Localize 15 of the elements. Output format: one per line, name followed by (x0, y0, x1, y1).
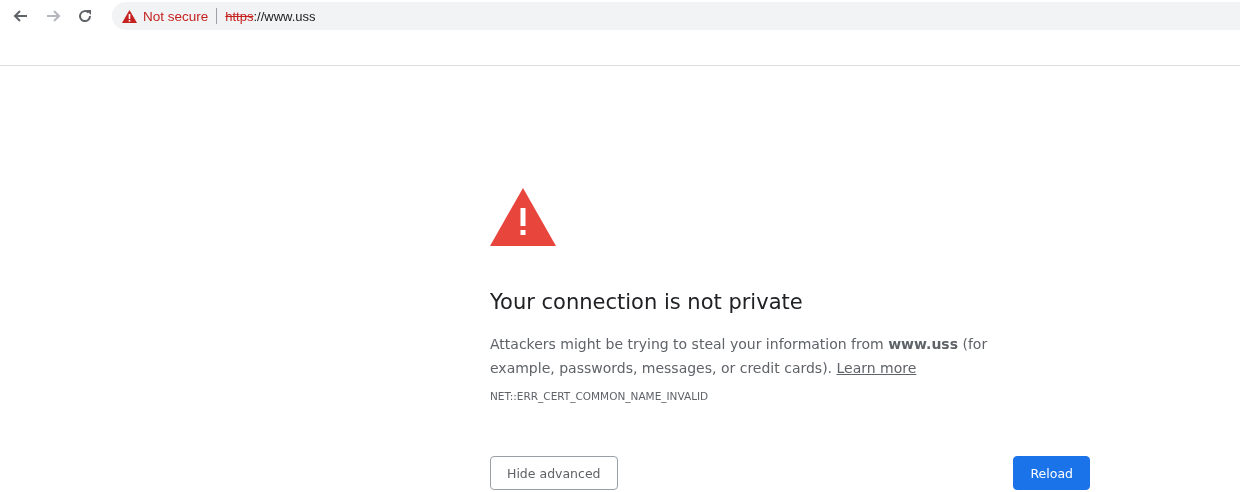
address-bar[interactable]: Not secure https://www.uss (112, 2, 1240, 30)
error-title: Your connection is not private (490, 290, 804, 314)
learn-more-link[interactable]: Learn more (836, 360, 917, 376)
error-code: NET::ERR_CERT_COMMON_NAME_INVALID (490, 390, 710, 402)
url-text: ://www.uss (253, 8, 316, 24)
url-scheme: https (225, 8, 254, 24)
forward-arrow-icon (45, 8, 61, 24)
reload-button[interactable]: Reload (1013, 456, 1090, 490)
hide-advanced-button[interactable]: Hide advanced (490, 456, 618, 490)
error-description: Attackers might be trying to steal your information from www.uss (for example, passwords, messages, or credit cards). Learn more (490, 335, 989, 378)
warning-icon (490, 188, 556, 246)
back-arrow-icon (13, 8, 29, 24)
reload-icon (77, 8, 93, 24)
security-label[interactable]: Not secure (143, 8, 209, 24)
warning-icon (122, 9, 137, 23)
